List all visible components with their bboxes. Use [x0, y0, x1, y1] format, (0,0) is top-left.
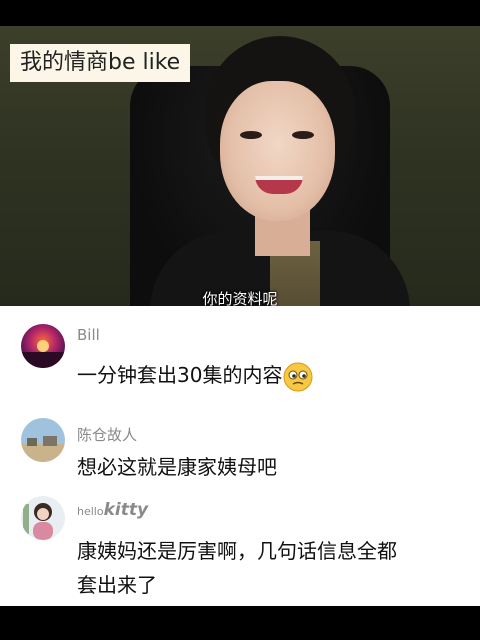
comments-panel: Bill 一分钟套出30集的内容 陈仓故人 想必这就是康家姨母吧 helloki…: [0, 306, 480, 606]
avatar-girl-icon: [21, 496, 65, 540]
avatar-bill-icon: [21, 324, 65, 368]
comment-username[interactable]: hellokitty: [77, 500, 148, 520]
avatar-landscape-icon: [21, 418, 65, 462]
person-face: [220, 81, 335, 221]
comment-text: 康姨妈还是厉害啊，几句话信息全都 套出来了: [77, 534, 397, 602]
comment-text: 一分钟套出30集的内容: [77, 358, 314, 393]
username-prefix: hello: [77, 505, 104, 518]
comment-username[interactable]: Bill: [77, 326, 100, 344]
comment-text-line2: 套出来了: [77, 573, 157, 597]
comment-text-body: 一分钟套出30集的内容: [77, 363, 283, 387]
eye-right: [292, 131, 314, 139]
overlay-title: 我的情商be like: [10, 44, 191, 82]
avatar[interactable]: [21, 418, 65, 462]
comment-text-line1: 康姨妈还是厉害啊，几句话信息全都: [77, 539, 397, 563]
bottom-bar: [0, 606, 480, 640]
comment-text: 想必这就是康家姨母吧: [77, 455, 277, 479]
username-suffix: kitty: [103, 500, 149, 520]
thinking-face-icon: [282, 361, 314, 393]
video-subtitle: 你的资料呢: [202, 290, 278, 306]
comment-username[interactable]: 陈仓故人: [77, 424, 137, 445]
avatar[interactable]: [21, 324, 65, 368]
eye-left: [240, 131, 262, 139]
avatar[interactable]: [21, 496, 65, 540]
